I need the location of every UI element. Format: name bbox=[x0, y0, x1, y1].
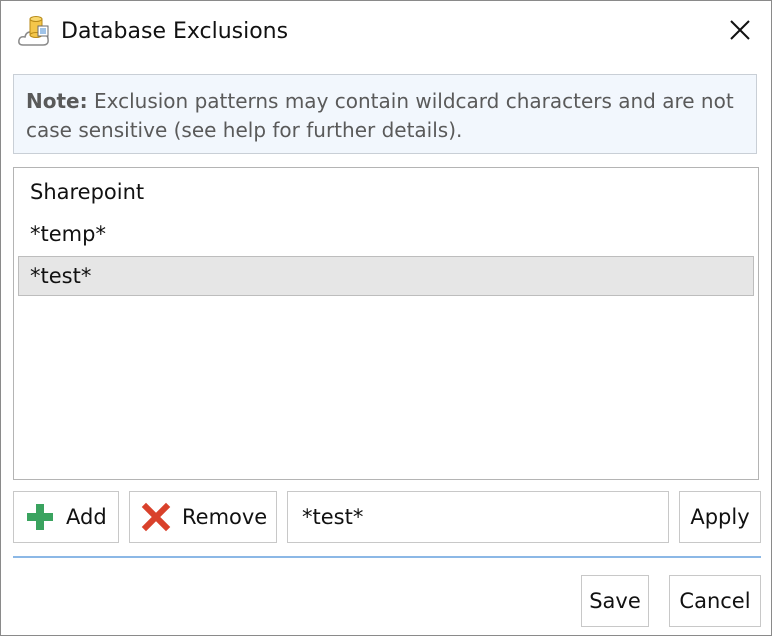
add-label: Add bbox=[66, 505, 107, 529]
pattern-input[interactable] bbox=[287, 491, 669, 543]
x-icon bbox=[140, 501, 172, 533]
remove-button[interactable]: Remove bbox=[129, 491, 277, 543]
plus-icon bbox=[24, 501, 56, 533]
list-item[interactable]: *test* bbox=[18, 256, 754, 296]
save-label: Save bbox=[589, 589, 641, 613]
dialog-window: Database Exclusions Note: Exclusion patt… bbox=[0, 0, 772, 636]
title-bar: Database Exclusions bbox=[1, 1, 771, 63]
database-cloud-icon bbox=[17, 15, 53, 49]
apply-label: Apply bbox=[690, 505, 750, 529]
list-item[interactable]: *temp* bbox=[18, 214, 754, 254]
dialog-title: Database Exclusions bbox=[61, 19, 289, 44]
close-icon bbox=[730, 20, 750, 40]
save-button[interactable]: Save bbox=[581, 575, 649, 627]
add-button[interactable]: Add bbox=[13, 491, 119, 543]
note-panel: Note: Exclusion patterns may contain wil… bbox=[13, 74, 757, 154]
remove-label: Remove bbox=[182, 505, 268, 529]
exclusions-list[interactable]: Sharepoint *temp* *test* bbox=[13, 167, 759, 480]
apply-button[interactable]: Apply bbox=[679, 491, 761, 543]
cancel-label: Cancel bbox=[679, 589, 751, 613]
close-button[interactable] bbox=[723, 13, 757, 47]
note-label: Note: bbox=[26, 89, 88, 113]
divider bbox=[13, 556, 761, 558]
cancel-button[interactable]: Cancel bbox=[669, 575, 761, 627]
note-text: Exclusion patterns may contain wildcard … bbox=[26, 89, 734, 142]
list-item[interactable]: Sharepoint bbox=[18, 172, 754, 212]
